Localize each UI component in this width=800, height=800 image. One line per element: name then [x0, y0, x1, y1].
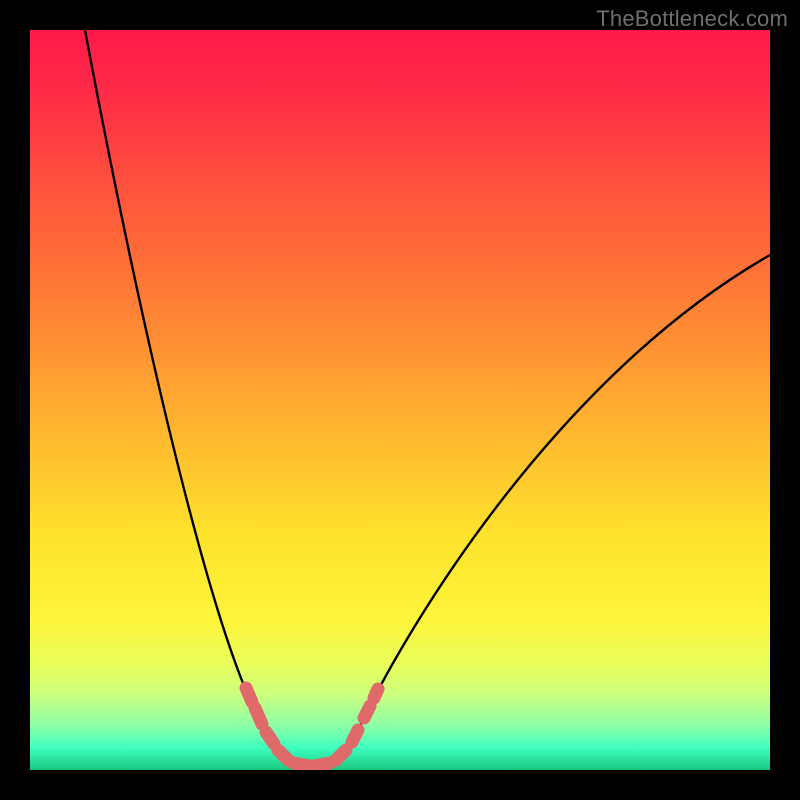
bottleneck-curve	[85, 30, 770, 766]
watermark-text: TheBottleneck.com	[596, 6, 788, 32]
chart-svg	[30, 30, 770, 770]
valley-highlight	[246, 688, 378, 766]
chart-plot-area	[30, 30, 770, 770]
